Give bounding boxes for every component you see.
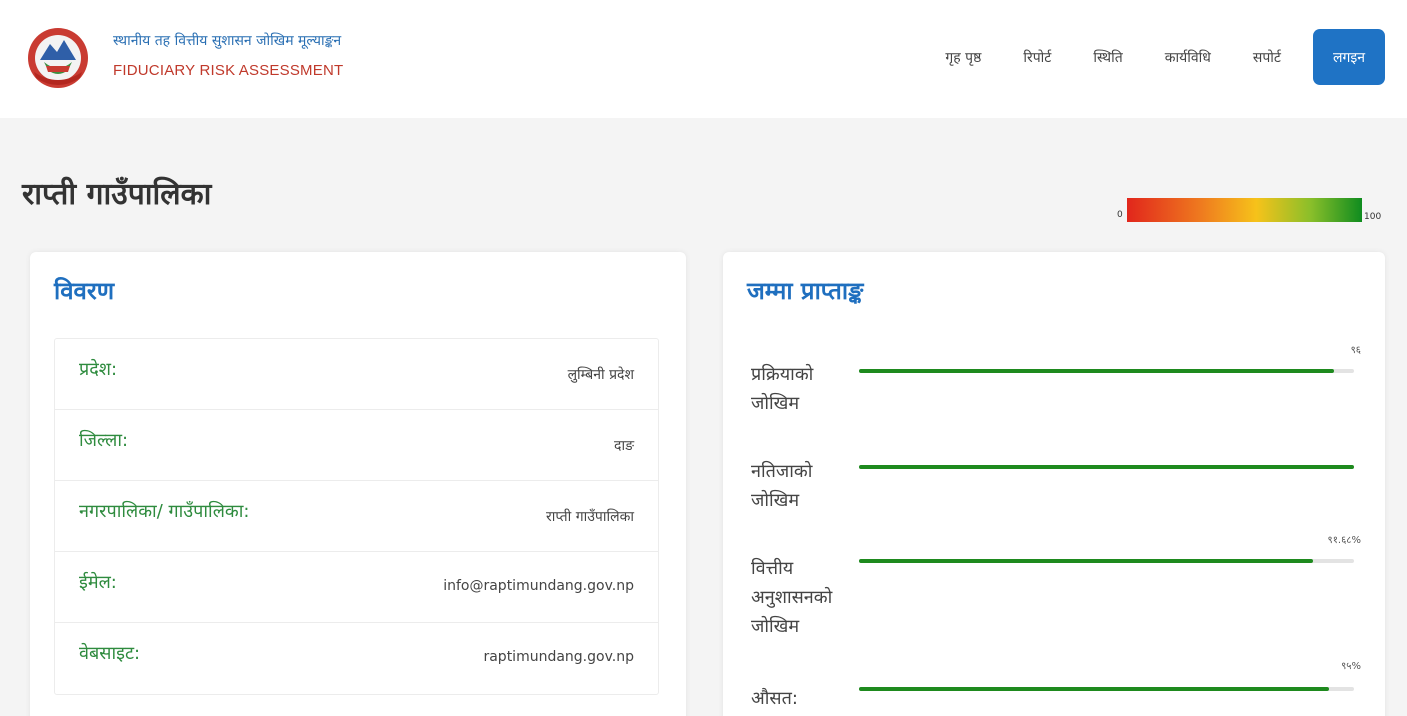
detail-row-website: वेबसाइट: raptimundang.gov.np bbox=[55, 623, 658, 694]
site-header: स्थानीय तह वित्तीय सुशासन जोखिम मूल्याङ्… bbox=[0, 0, 1407, 118]
scores-heading: जम्मा प्राप्ताङ्क bbox=[747, 277, 864, 305]
legend-min-label: 0 bbox=[1117, 210, 1123, 220]
legend-max-label: 100 bbox=[1364, 212, 1382, 222]
detail-row-municipality: नगरपालिका/ गाउँपालिका: राप्ती गाउँपालिका bbox=[55, 481, 658, 552]
detail-row-district: जिल्ला: दाङ bbox=[55, 410, 658, 481]
login-button[interactable]: लगइन bbox=[1313, 29, 1385, 85]
score-label: औसत: bbox=[751, 688, 798, 709]
detail-value: राप्ती गाउँपालिका bbox=[546, 509, 634, 525]
detail-value[interactable]: raptimundang.gov.np bbox=[483, 649, 634, 665]
nav-home[interactable]: गृह पृष्ठ bbox=[945, 48, 981, 67]
score-bar-fill bbox=[859, 369, 1335, 373]
detail-value: लुम्बिनी प्रदेश bbox=[567, 367, 634, 383]
score-label: नतिजाको जोखिम bbox=[751, 461, 813, 511]
main-nav: गृह पृष्ठ रिपोर्ट स्थिति कार्यविधि सपोर्… bbox=[945, 29, 1385, 85]
detail-label: वेबसाइट: bbox=[79, 643, 141, 664]
brand-name-english: FIDUCIARY RISK ASSESSMENT bbox=[113, 62, 344, 79]
score-bar-fill bbox=[859, 559, 1313, 563]
detail-label: प्रदेश: bbox=[79, 359, 118, 380]
scores-card: जम्मा प्राप्ताङ्क प्रक्रियाको जोखिम ९६ न… bbox=[723, 252, 1385, 716]
page-title: राप्ती गाउँपालिका bbox=[22, 177, 212, 212]
details-card: विवरण प्रदेश: लुम्बिनी प्रदेश जिल्ला: दा… bbox=[30, 252, 686, 716]
score-label: वित्तीय अनुशासनको जोखिम bbox=[751, 558, 833, 637]
score-bar-track bbox=[859, 465, 1354, 469]
score-bar-track bbox=[859, 687, 1354, 691]
nav-report[interactable]: रिपोर्ट bbox=[1023, 48, 1051, 67]
detail-row-province: प्रदेश: लुम्बिनी प्रदेश bbox=[55, 339, 658, 410]
detail-value[interactable]: info@raptimundang.gov.np bbox=[443, 578, 634, 594]
nepal-emblem-logo[interactable] bbox=[24, 26, 92, 90]
score-value: ९५% bbox=[1341, 661, 1361, 672]
score-value: ९१.६८% bbox=[1327, 535, 1361, 546]
details-table: प्रदेश: लुम्बिनी प्रदेश जिल्ला: दाङ नगरप… bbox=[54, 338, 659, 695]
nav-support[interactable]: सपोर्ट bbox=[1253, 48, 1281, 67]
brand-name-nepali: स्थानीय तह वित्तीय सुशासन जोखिम मूल्याङ्… bbox=[113, 33, 342, 49]
score-label: प्रक्रियाको जोखिम bbox=[751, 364, 814, 414]
detail-label: जिल्ला: bbox=[79, 430, 129, 451]
risk-color-legend bbox=[1127, 198, 1362, 222]
score-bar-track bbox=[859, 559, 1354, 563]
nav-status[interactable]: स्थिति bbox=[1093, 48, 1122, 67]
score-bar-fill bbox=[859, 465, 1354, 469]
details-heading: विवरण bbox=[54, 277, 115, 305]
detail-value: दाङ bbox=[614, 438, 634, 454]
score-bar-track bbox=[859, 369, 1354, 373]
score-bar-fill bbox=[859, 687, 1330, 691]
nav-procedure[interactable]: कार्यविधि bbox=[1165, 48, 1211, 67]
detail-label: ईमेल: bbox=[79, 572, 117, 593]
detail-label: नगरपालिका/ गाउँपालिका: bbox=[79, 501, 250, 522]
score-value: ९६ bbox=[1350, 345, 1361, 356]
detail-row-email: ईमेल: info@raptimundang.gov.np bbox=[55, 552, 658, 623]
